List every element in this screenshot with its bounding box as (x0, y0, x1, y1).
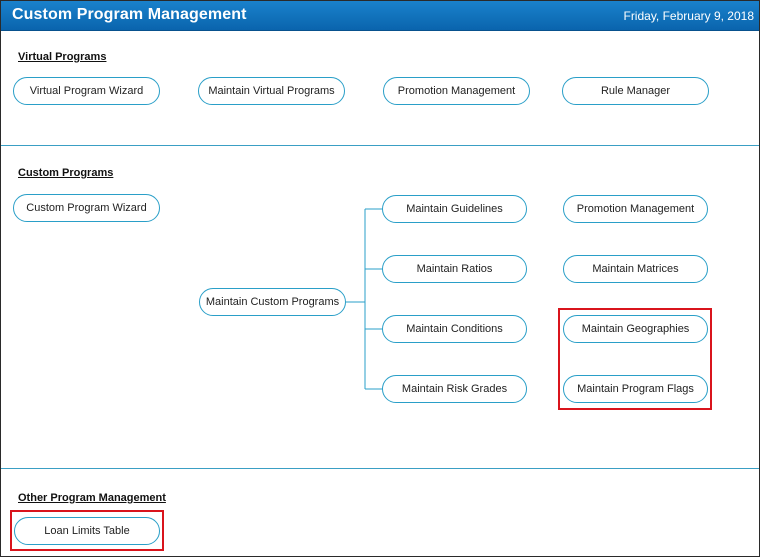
highlight-box-loan-limits (10, 510, 164, 551)
promotion-management-virtual-button[interactable]: Promotion Management (383, 77, 530, 105)
page-title: Custom Program Management (12, 6, 247, 23)
header-bar: Custom Program Management Friday, Februa… (1, 1, 759, 31)
maintain-guidelines-button[interactable]: Maintain Guidelines (382, 195, 527, 223)
maintain-virtual-programs-button[interactable]: Maintain Virtual Programs (198, 77, 345, 105)
highlight-box-geographies-flags (558, 308, 712, 410)
window-frame: Custom Program Management Friday, Februa… (0, 0, 760, 557)
maintain-risk-grades-button[interactable]: Maintain Risk Grades (382, 375, 527, 403)
current-date: Friday, February 9, 2018 (623, 9, 754, 23)
maintain-conditions-button[interactable]: Maintain Conditions (382, 315, 527, 343)
section-title-virtual-programs: Virtual Programs (18, 51, 107, 63)
promotion-management-custom-button[interactable]: Promotion Management (563, 195, 708, 223)
maintain-custom-programs-button[interactable]: Maintain Custom Programs (199, 288, 346, 316)
virtual-program-wizard-button[interactable]: Virtual Program Wizard (13, 77, 160, 105)
section-title-other-programs: Other Program Management (18, 492, 166, 504)
section-divider-2 (1, 468, 759, 469)
section-divider-1 (1, 145, 759, 146)
rule-manager-button[interactable]: Rule Manager (562, 77, 709, 105)
section-title-custom-programs: Custom Programs (18, 167, 114, 179)
custom-program-wizard-button[interactable]: Custom Program Wizard (13, 194, 160, 222)
maintain-ratios-button[interactable]: Maintain Ratios (382, 255, 527, 283)
maintain-matrices-button[interactable]: Maintain Matrices (563, 255, 708, 283)
